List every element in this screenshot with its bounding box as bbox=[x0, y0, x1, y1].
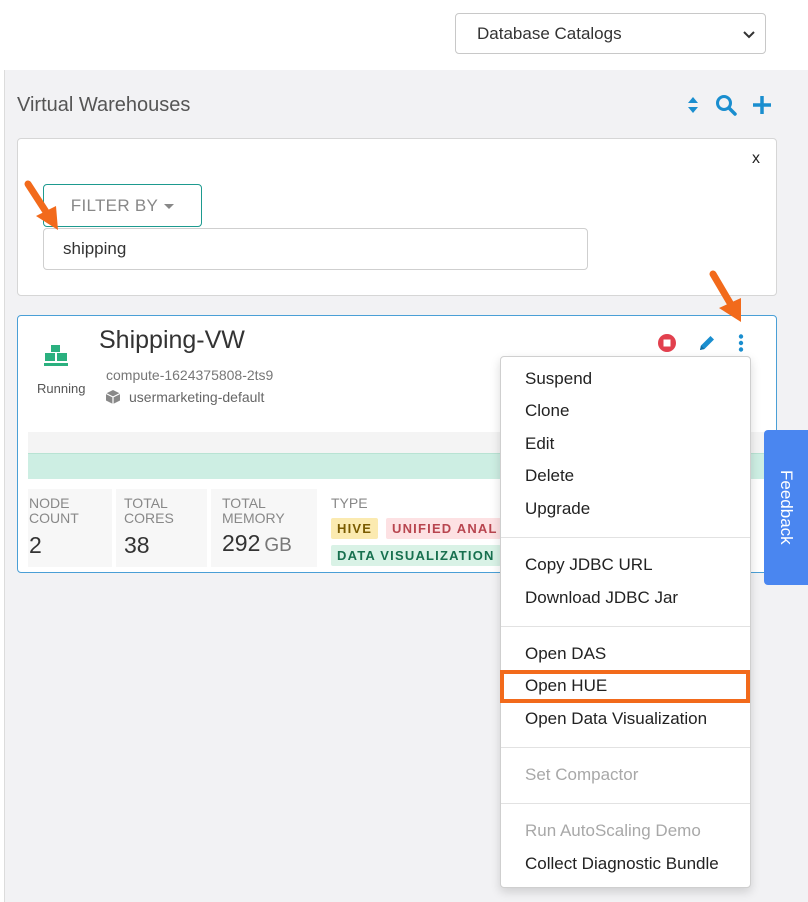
menu-item-open-data-visualization[interactable]: Open Data Visualization bbox=[525, 709, 707, 729]
edit-pencil-icon[interactable] bbox=[697, 333, 717, 353]
environment-name: usermarketing-default bbox=[129, 389, 265, 405]
warehouse-name: Shipping-VW bbox=[99, 326, 245, 354]
menu-divider bbox=[501, 803, 750, 804]
more-options-icon[interactable] bbox=[731, 333, 751, 353]
section-title: Virtual Warehouses bbox=[17, 94, 191, 116]
cube-icon bbox=[105, 390, 121, 404]
menu-divider bbox=[501, 537, 750, 538]
menu-item-set-compactor: Set Compactor bbox=[525, 765, 639, 784]
menu-item-open-das[interactable]: Open DAS bbox=[525, 644, 606, 664]
sort-icon[interactable] bbox=[681, 93, 705, 117]
total-memory-number: 292 bbox=[222, 530, 261, 556]
node-count-label: NODE bbox=[29, 495, 70, 511]
menu-divider bbox=[501, 626, 750, 627]
node-count-value: 2 bbox=[29, 532, 42, 558]
type-label: TYPE bbox=[331, 495, 368, 511]
status-label: Running bbox=[37, 381, 86, 396]
filter-close-button[interactable]: x bbox=[752, 150, 760, 168]
tag-unified-analytics: UNIFIED ANAL bbox=[386, 518, 504, 539]
menu-item-clone[interactable]: Clone bbox=[525, 401, 569, 421]
filter-by-button[interactable]: FILTER BY bbox=[43, 184, 202, 227]
total-cores-label-2: CORES bbox=[124, 510, 174, 526]
menu-item-suspend[interactable]: Suspend bbox=[525, 369, 592, 389]
annotation-arrow-icon bbox=[24, 180, 58, 230]
menu-divider bbox=[501, 747, 750, 748]
chevron-down-icon bbox=[743, 31, 755, 39]
menu-item-delete[interactable]: Delete bbox=[525, 466, 574, 486]
total-memory-label: TOTAL bbox=[222, 495, 266, 511]
search-icon[interactable] bbox=[714, 93, 738, 117]
database-catalogs-select[interactable]: Database Catalogs bbox=[455, 13, 766, 54]
menu-item-copy-jdbc-url[interactable]: Copy JDBC URL bbox=[525, 555, 653, 575]
total-cores-value: 38 bbox=[124, 532, 150, 558]
compute-id: compute-1624375808-2ts9 bbox=[106, 367, 274, 383]
menu-item-run-autoscaling-demo: Run AutoScaling Demo bbox=[525, 821, 701, 840]
total-memory-label-2: MEMORY bbox=[222, 510, 285, 526]
tag-hive: HIVE bbox=[331, 518, 379, 539]
tag-data-visualization: DATA VISUALIZATION bbox=[331, 545, 501, 566]
filter-input[interactable] bbox=[43, 228, 588, 270]
top-bar: Database Catalogs bbox=[0, 0, 808, 70]
menu-item-edit[interactable]: Edit bbox=[525, 434, 554, 454]
menu-item-download-jdbc-jar[interactable]: Download JDBC Jar bbox=[525, 588, 678, 608]
annotation-arrow-icon bbox=[709, 270, 741, 322]
stop-icon[interactable] bbox=[657, 333, 677, 353]
node-count-label-2: COUNT bbox=[29, 510, 79, 526]
warehouse-icon bbox=[44, 345, 68, 366]
total-cores-label: TOTAL bbox=[124, 495, 168, 511]
caret-down-icon bbox=[164, 204, 175, 209]
feedback-label[interactable]: Feedback bbox=[764, 430, 808, 585]
filter-by-label: FILTER BY bbox=[70, 195, 159, 215]
catalog-select-value: Database Catalogs bbox=[477, 23, 622, 43]
menu-item-collect-diagnostic-bundle[interactable]: Collect Diagnostic Bundle bbox=[525, 854, 719, 874]
plus-icon[interactable] bbox=[750, 93, 774, 117]
annotation-highlight-box bbox=[500, 670, 750, 703]
total-memory-value: 292 GB bbox=[222, 530, 292, 557]
menu-item-upgrade[interactable]: Upgrade bbox=[525, 499, 590, 519]
total-memory-unit: GB bbox=[264, 535, 292, 556]
